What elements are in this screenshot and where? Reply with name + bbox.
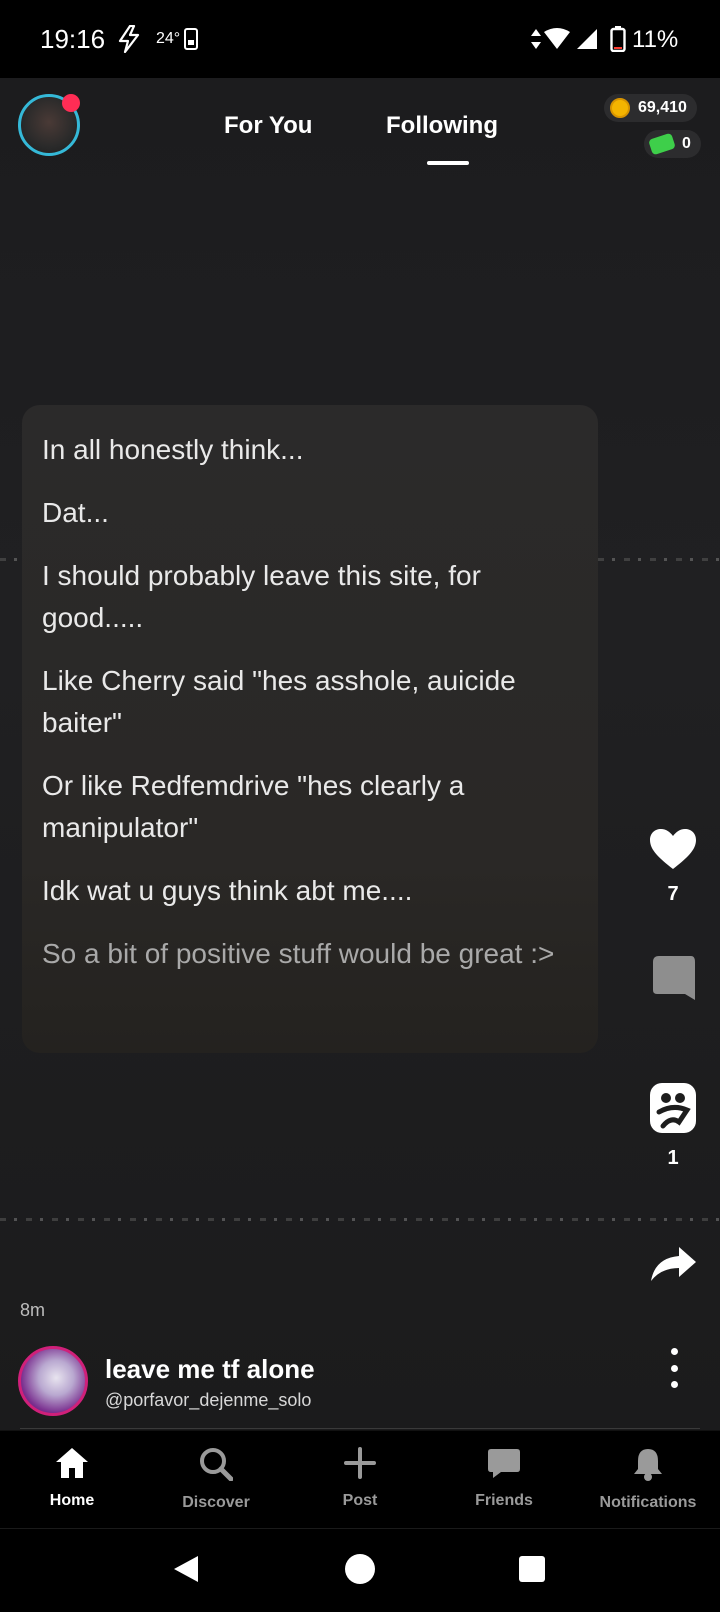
- repost-icon: [649, 1082, 697, 1139]
- share-icon: [649, 1246, 697, 1287]
- home-icon: [55, 1447, 89, 1484]
- post-card[interactable]: In all honestly think... Dat... I should…: [22, 405, 598, 1053]
- more-options-button[interactable]: [664, 1348, 684, 1388]
- back-button[interactable]: [166, 1551, 206, 1591]
- phone-storage-icon: [184, 24, 198, 54]
- feed[interactable]: For You Following 69,410 0 In all honest…: [0, 78, 720, 1430]
- nav-label: Discover: [182, 1494, 250, 1511]
- author-name[interactable]: leave me tf alone: [105, 1354, 315, 1385]
- back-triangle-icon: [172, 1554, 200, 1589]
- cell-signal-icon: [576, 24, 598, 54]
- post-line: Like Cherry said "hes asshole, auicide b…: [42, 665, 516, 738]
- repost-count: 1: [667, 1147, 679, 1169]
- bucks-balance[interactable]: 0: [644, 130, 701, 158]
- bottom-nav: Home Discover Post Friends Notifications: [0, 1430, 720, 1528]
- author-avatar[interactable]: [18, 1346, 88, 1416]
- status-time: 19:16: [40, 24, 106, 54]
- search-icon: [199, 1447, 234, 1486]
- nav-post[interactable]: Post: [288, 1431, 432, 1529]
- post-timestamp: 8m: [20, 1300, 46, 1320]
- comment-button[interactable]: [646, 954, 700, 1007]
- more-icon-dot: [670, 1348, 678, 1355]
- repost-button[interactable]: 1: [646, 1082, 700, 1170]
- coins-value: 69,410: [638, 99, 687, 116]
- home-system-button[interactable]: [340, 1551, 380, 1591]
- status-temperature: 24°: [156, 30, 181, 47]
- comment-icon: [649, 954, 697, 1007]
- post-line: Or like Redfemdrive "hes clearly a manip…: [42, 770, 465, 843]
- post-line: In all honestly think...: [42, 434, 304, 465]
- post-line: I should probably leave this site, for g…: [42, 560, 481, 633]
- coin-icon: [610, 98, 630, 118]
- more-icon-dot: [670, 1364, 678, 1372]
- tab-following[interactable]: Following: [386, 112, 498, 140]
- more-icon-dot: [670, 1381, 678, 1388]
- author-handle[interactable]: @porfavor_dejenme_solo: [105, 1390, 311, 1411]
- top-nav: For You Following 69,410 0: [0, 78, 720, 178]
- share-button[interactable]: [646, 1246, 700, 1287]
- nav-label: Friends: [475, 1492, 533, 1509]
- bucks-value: 0: [682, 135, 691, 152]
- tab-for-you[interactable]: For You: [224, 112, 312, 140]
- post-line: Idk wat u guys think abt me....: [42, 875, 413, 906]
- nav-home[interactable]: Home: [0, 1431, 144, 1529]
- wifi-icon: [544, 24, 570, 54]
- heart-icon: [649, 828, 697, 875]
- bell-icon: [632, 1447, 664, 1486]
- nav-label: Post: [342, 1492, 378, 1509]
- notification-dot: [62, 94, 80, 112]
- battery-icon: [610, 24, 626, 54]
- like-count: 7: [667, 883, 679, 905]
- like-button[interactable]: 7: [646, 828, 700, 906]
- status-bar: 19:16 24° 11%: [0, 0, 720, 78]
- chat-icon: [487, 1447, 521, 1484]
- home-circle-icon: [344, 1553, 376, 1590]
- divider: [20, 1428, 700, 1429]
- battery-percent: 11%: [632, 26, 679, 53]
- recents-square-icon: [518, 1555, 546, 1588]
- system-nav-bar: [0, 1528, 720, 1612]
- coins-balance[interactable]: 69,410: [604, 94, 697, 122]
- charging-bolt-icon: [116, 24, 142, 54]
- nav-friends[interactable]: Friends: [432, 1431, 576, 1529]
- post-line: So a bit of positive stuff would be grea…: [42, 938, 555, 969]
- nav-label: Home: [49, 1492, 95, 1509]
- post-line: Dat...: [42, 497, 109, 528]
- nav-label: Notifications: [599, 1494, 697, 1511]
- active-tab-indicator: [427, 161, 469, 165]
- data-arrows-icon: [530, 24, 542, 54]
- video-glitch-line: [0, 1218, 720, 1221]
- nav-discover[interactable]: Discover: [144, 1431, 288, 1529]
- money-icon: [648, 132, 676, 156]
- nav-notifications[interactable]: Notifications: [576, 1431, 720, 1529]
- plus-icon: [344, 1447, 376, 1484]
- recents-button[interactable]: [512, 1551, 552, 1591]
